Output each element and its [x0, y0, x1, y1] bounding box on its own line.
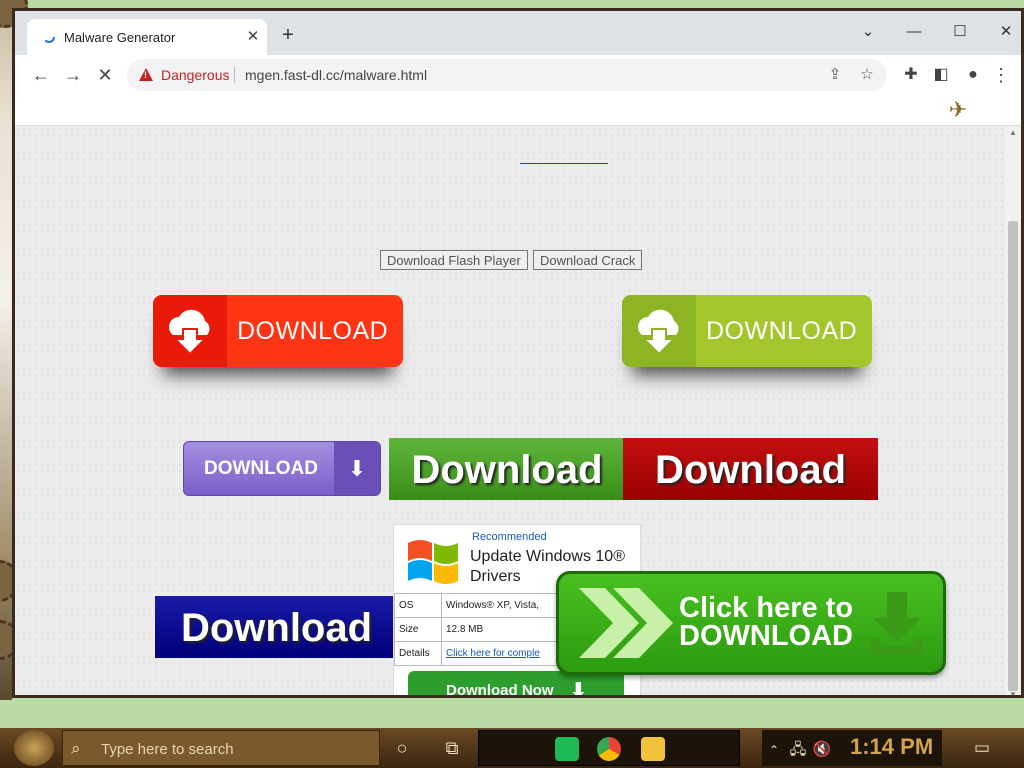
- bookmark-bar: ✈: [15, 95, 1021, 126]
- download-arrow-icon: ⬇: [570, 680, 587, 698]
- search-placeholder: Type here to search: [101, 741, 234, 758]
- tab-title: Malware Generator: [64, 30, 176, 45]
- cloud-download-icon: [169, 309, 210, 356]
- pinned-apps: [478, 730, 740, 766]
- address-separator: [234, 67, 235, 83]
- download-crack-button[interactable]: Download Crack: [533, 250, 643, 270]
- green-download-label: DOWNLOAD: [706, 317, 858, 345]
- blue-download-banner[interactable]: Download: [155, 596, 398, 658]
- ad-row-key: Details: [394, 641, 442, 666]
- file-explorer-icon[interactable]: [641, 737, 665, 761]
- web-page-content: Download Flash Player Download Crack DOW…: [15, 126, 1005, 698]
- ad-row-key: Size: [394, 617, 442, 642]
- back-button[interactable]: ←: [29, 63, 53, 87]
- tab-close-icon[interactable]: ✕: [243, 27, 263, 47]
- address-bar[interactable]: Dangerous mgen.fast-dl.cc/malware.html ⇪…: [127, 59, 887, 91]
- browser-toolbar: ← → ✕ Dangerous mgen.fast-dl.cc/malware.…: [15, 55, 1021, 95]
- steampunk-bee-icon: ✈: [948, 97, 968, 122]
- ad-recommended-label: Recommended: [472, 531, 547, 543]
- start-button[interactable]: [14, 730, 54, 766]
- double-chevron-right-icon: [579, 588, 673, 658]
- cortana-circle-icon[interactable]: ○: [390, 736, 414, 760]
- new-tab-button[interactable]: +: [277, 25, 299, 47]
- tab-strip: Malware Generator ✕ + ⌄ — ☐ ✕: [15, 11, 1021, 55]
- loading-favicon-icon: [43, 31, 55, 43]
- download-now-label: Download Now: [446, 682, 554, 698]
- purple-download-label: DOWNLOAD: [204, 458, 318, 479]
- browser-menu-icon[interactable]: ⋮: [989, 63, 1013, 87]
- extensions-puzzle-icon[interactable]: ✚: [899, 63, 923, 87]
- profile-avatar-icon[interactable]: ●: [961, 63, 985, 87]
- notes-app-icon[interactable]: [555, 737, 579, 761]
- tab-search-chevron-down-icon[interactable]: ⌄: [853, 21, 883, 43]
- bookmark-star-icon[interactable]: ☆: [857, 65, 877, 85]
- share-icon[interactable]: ⇪: [825, 65, 845, 85]
- minimize-button[interactable]: —: [899, 21, 929, 43]
- side-panel-icon[interactable]: ◧: [929, 63, 953, 87]
- scroll-up-arrow-icon[interactable]: ▲: [1009, 128, 1017, 137]
- scroll-down-arrow-icon[interactable]: ▼: [1009, 690, 1017, 695]
- search-icon: ⌕: [71, 739, 81, 758]
- ad-title-line1: Update Windows 10®: [470, 548, 625, 565]
- cloud-download-icon: [638, 309, 679, 356]
- purple-download-button[interactable]: DOWNLOAD ⬇: [183, 441, 381, 496]
- download-arrow-icon: [871, 592, 923, 654]
- stop-loading-button[interactable]: ✕: [93, 63, 117, 87]
- chrome-icon[interactable]: [597, 737, 621, 761]
- task-view-icon[interactable]: ⧉: [440, 736, 464, 760]
- download-flash-player-button[interactable]: Download Flash Player: [380, 250, 528, 270]
- close-window-button[interactable]: ✕: [991, 21, 1021, 43]
- taskbar-search-box[interactable]: ⌕ Type here to search: [62, 730, 380, 766]
- red-download-banner-label: Download: [654, 448, 847, 492]
- green-download-banner-label: Download: [411, 448, 603, 492]
- click-here-line2: DOWNLOAD: [679, 620, 853, 652]
- network-icon[interactable]: 🖧: [786, 738, 810, 762]
- download-now-button[interactable]: Download Now ⬇: [408, 671, 624, 698]
- green-download-icon-panel: [622, 295, 696, 367]
- warning-triangle-icon: [139, 68, 153, 81]
- red-download-icon-panel: [153, 295, 227, 367]
- green-download-banner[interactable]: Download: [389, 438, 625, 500]
- maximize-button[interactable]: ☐: [945, 21, 975, 43]
- notifications-icon[interactable]: ▭: [970, 736, 994, 760]
- tray-chevron-up-icon[interactable]: ⌃: [762, 738, 786, 762]
- red-download-banner[interactable]: Download: [623, 438, 878, 500]
- windows-taskbar: ⌕ Type here to search ○ ⧉ ⌃ 🖧 🔇 1:14 PM …: [0, 728, 1024, 768]
- browser-window: Malware Generator ✕ + ⌄ — ☐ ✕ ← → ✕ Dang…: [12, 8, 1024, 698]
- click-here-download-button[interactable]: Click here to DOWNLOAD: [556, 571, 946, 675]
- red-download-label: DOWNLOAD: [237, 317, 389, 345]
- muted-speaker-icon[interactable]: 🔇: [810, 738, 834, 762]
- red-download-button[interactable]: DOWNLOAD: [153, 295, 403, 367]
- scrollbar-thumb[interactable]: [1008, 221, 1018, 691]
- download-arrow-icon: ⬇: [334, 442, 380, 495]
- security-status-label[interactable]: Dangerous: [161, 67, 230, 83]
- windows-logo-icon: [408, 540, 458, 584]
- blue-download-banner-label: Download: [180, 606, 373, 650]
- ad-row-key: OS: [394, 593, 442, 618]
- taskbar-clock[interactable]: 1:14 PM: [850, 734, 933, 760]
- empty-link[interactable]: [520, 163, 608, 164]
- url-text[interactable]: mgen.fast-dl.cc/malware.html: [245, 67, 427, 83]
- page-scrollbar[interactable]: ▲ ▼: [1005, 126, 1021, 695]
- green-download-button[interactable]: DOWNLOAD: [622, 295, 872, 367]
- forward-button[interactable]: →: [61, 63, 85, 87]
- tab-malware-generator[interactable]: Malware Generator ✕: [27, 19, 267, 55]
